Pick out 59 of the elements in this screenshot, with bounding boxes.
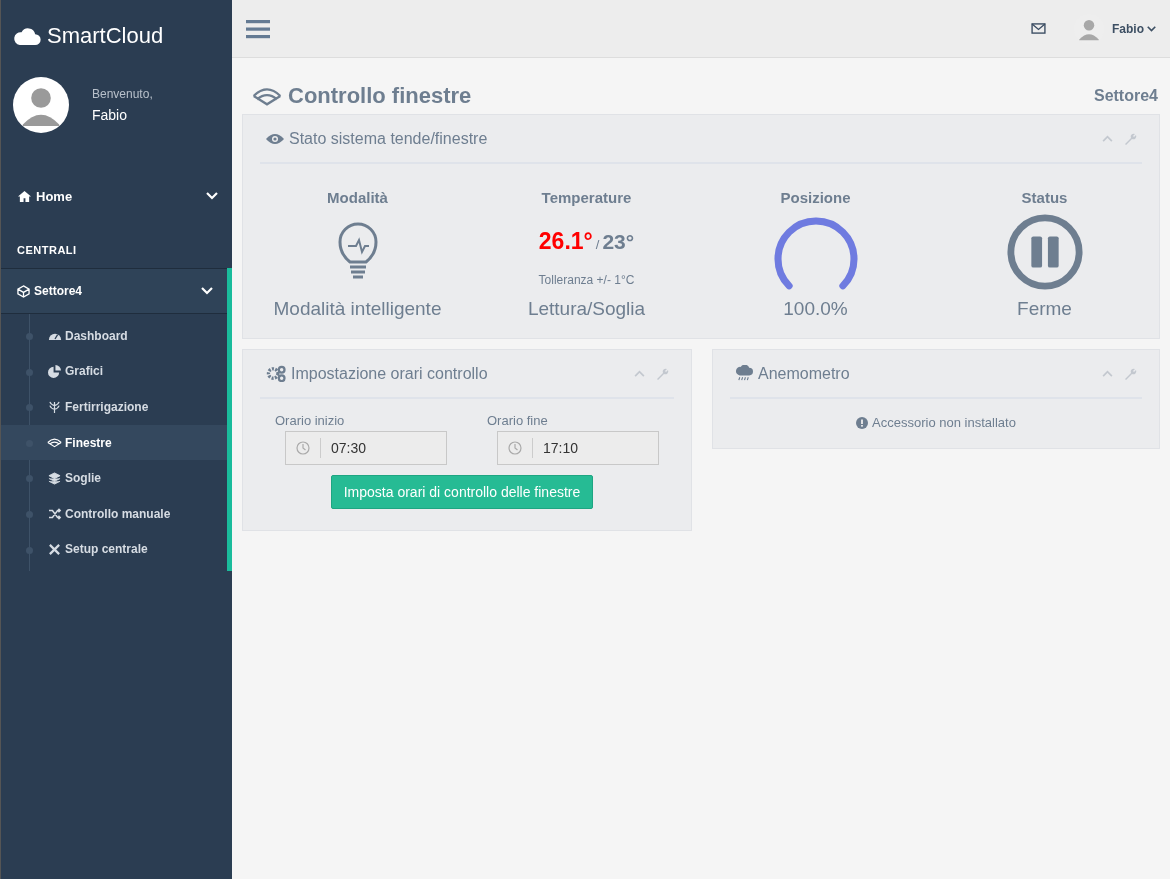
nav-item[interactable]: Settore4 — [1, 268, 227, 314]
wrench-icon[interactable] — [1123, 366, 1137, 381]
nav-item[interactable]: Soglie — [1, 460, 227, 496]
cube-icon — [17, 284, 30, 298]
wrench-icon[interactable] — [1123, 131, 1137, 146]
stat-heading: Status — [1021, 189, 1068, 206]
field-label: Orario inizio — [275, 413, 346, 428]
nav-item[interactable]: Home — [1, 182, 232, 210]
menu-button[interactable] — [246, 18, 270, 39]
pie-chart-icon — [47, 364, 62, 378]
waves-icon — [252, 86, 282, 106]
eye-icon — [265, 132, 285, 145]
tools-icon — [47, 542, 62, 556]
pause-icon — [1005, 213, 1084, 291]
cloud-icon — [12, 26, 42, 46]
avatar-icon — [13, 77, 69, 133]
info-icon — [856, 416, 869, 429]
separator: / — [595, 236, 600, 252]
gears-icon — [265, 365, 287, 382]
user-menu[interactable]: Fabio — [1074, 13, 1156, 44]
waves-icon — [47, 437, 62, 449]
nav-item[interactable]: Grafici — [1, 353, 227, 390]
layers-icon — [47, 471, 62, 485]
field-label: Orario fine — [487, 413, 549, 428]
sprout-icon — [47, 400, 62, 414]
nav-item[interactable]: Finestre — [1, 424, 227, 461]
stat-heading: Posizione — [780, 189, 851, 206]
mail-icon[interactable] — [1031, 23, 1046, 34]
nav-item[interactable]: Setup centrale — [1, 531, 227, 568]
wrench-icon[interactable] — [655, 366, 669, 381]
user-name: Fabio — [92, 107, 129, 123]
nav-item[interactable]: Controllo manuale — [1, 495, 227, 532]
page-title: Controllo finestre — [288, 83, 472, 109]
panel-title: Impostazione orari controllo — [291, 364, 488, 383]
chevron-icon — [206, 192, 218, 200]
greeting: Benvenuto, — [92, 87, 153, 101]
notice-text: Accessorio non installato — [872, 415, 1016, 430]
stat-caption: 100.0% — [783, 298, 848, 320]
stat-caption: Modalità intelligente — [273, 298, 442, 320]
temperature-threshold: 23° — [602, 229, 635, 253]
time-field[interactable]: 17:10 — [497, 431, 659, 465]
shuffle-icon — [47, 507, 62, 520]
stat-heading: Temperature — [541, 189, 632, 206]
tolerance-note: Tolleranza +/- 1°C — [538, 272, 635, 287]
panel-title: Stato sistema tende/finestre — [289, 129, 488, 148]
stat-caption: Lettura/Soglia — [527, 298, 646, 320]
brand-name: SmartCloud — [47, 23, 164, 49]
stat-heading: Modalità — [327, 189, 388, 206]
caret-icon — [1147, 24, 1156, 33]
stat-caption: Ferme — [1017, 298, 1072, 320]
nav-item[interactable]: Dashboard — [1, 318, 227, 354]
time-field[interactable]: 07:30 — [285, 431, 447, 465]
panel-title: Anemometro — [758, 364, 850, 383]
breadcrumb: Settore4 — [1093, 87, 1158, 105]
temperature-reading: 26.1° — [538, 227, 593, 254]
home-icon — [17, 189, 32, 203]
nav-item[interactable]: Fertirrigazione — [1, 389, 227, 425]
cloud-rain-icon — [735, 365, 754, 382]
section-title: CENTRALI — [16, 244, 78, 258]
